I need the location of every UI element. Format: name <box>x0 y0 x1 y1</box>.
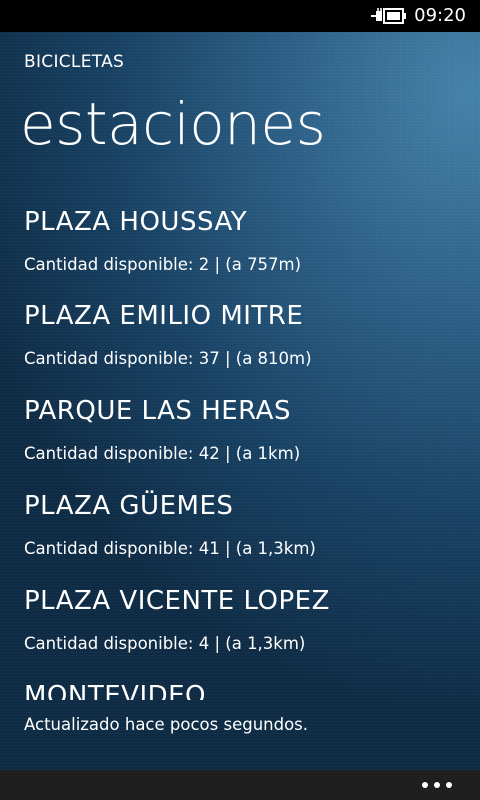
station-item[interactable]: MONTEVIDEO <box>24 676 464 700</box>
status-bar: 09:20 <box>0 0 480 32</box>
station-info: Cantidad disponible: 4 | (a 1,3km) <box>24 634 306 653</box>
battery-charging-icon <box>371 8 406 24</box>
main-content: BICICLETAS estaciones PLAZA HOUSSAY Cant… <box>0 32 480 770</box>
station-item[interactable]: PLAZA EMILIO MITRE Cantidad disponible: … <box>24 296 464 386</box>
stations-list[interactable]: PLAZA HOUSSAY Cantidad disponible: 2 | (… <box>0 202 480 700</box>
station-item[interactable]: PLAZA VICENTE LOPEZ Cantidad disponible:… <box>24 581 464 671</box>
station-info: Cantidad disponible: 2 | (a 757m) <box>24 255 302 274</box>
app-bar <box>0 770 480 800</box>
status-time: 09:20 <box>414 5 466 26</box>
station-info: Cantidad disponible: 37 | (a 810m) <box>24 349 312 368</box>
station-name: PLAZA EMILIO MITRE <box>24 301 304 331</box>
station-info: Cantidad disponible: 41 | (a 1,3km) <box>24 539 316 558</box>
update-status: Actualizado hace pocos segundos. <box>24 715 309 734</box>
station-name: PLAZA VICENTE LOPEZ <box>24 586 330 616</box>
station-info: Cantidad disponible: 42 | (a 1km) <box>24 444 301 463</box>
station-name: PLAZA HOUSSAY <box>24 207 248 237</box>
station-item[interactable]: PARQUE LAS HERAS Cantidad disponible: 42… <box>24 391 464 481</box>
station-name: MONTEVIDEO <box>24 681 207 700</box>
station-item[interactable]: PLAZA HOUSSAY Cantidad disponible: 2 | (… <box>24 202 464 292</box>
app-title: BICICLETAS <box>24 52 125 72</box>
phone-screen: 09:20 BICICLETAS estaciones PLAZA HOUSSA… <box>0 0 480 800</box>
station-item[interactable]: PLAZA GÜEMES Cantidad disponible: 41 | (… <box>24 486 464 576</box>
page-title: estaciones <box>20 90 326 158</box>
more-button[interactable] <box>408 770 480 800</box>
station-name: PLAZA GÜEMES <box>24 491 234 521</box>
station-name: PARQUE LAS HERAS <box>24 396 291 426</box>
